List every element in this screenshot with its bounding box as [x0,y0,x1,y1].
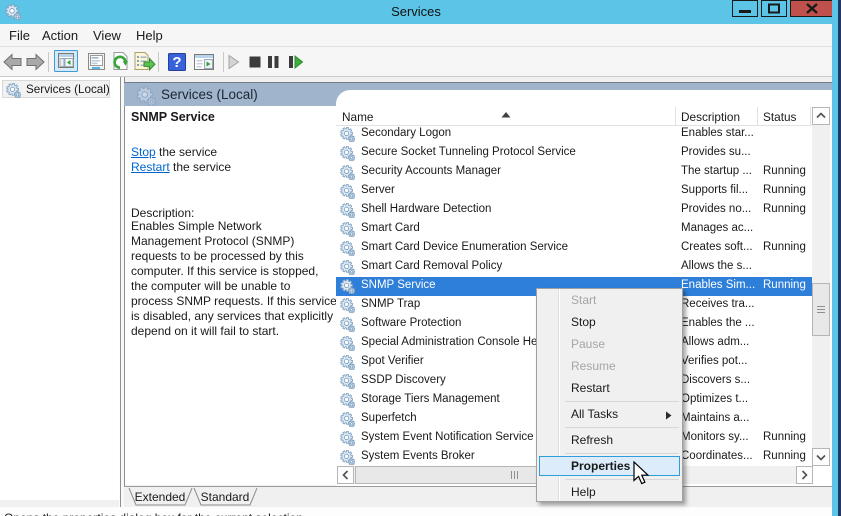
svg-text:Extended: Extended [135,490,186,504]
svg-text:?: ? [172,54,181,71]
svg-text:Standard: Standard [201,490,250,504]
